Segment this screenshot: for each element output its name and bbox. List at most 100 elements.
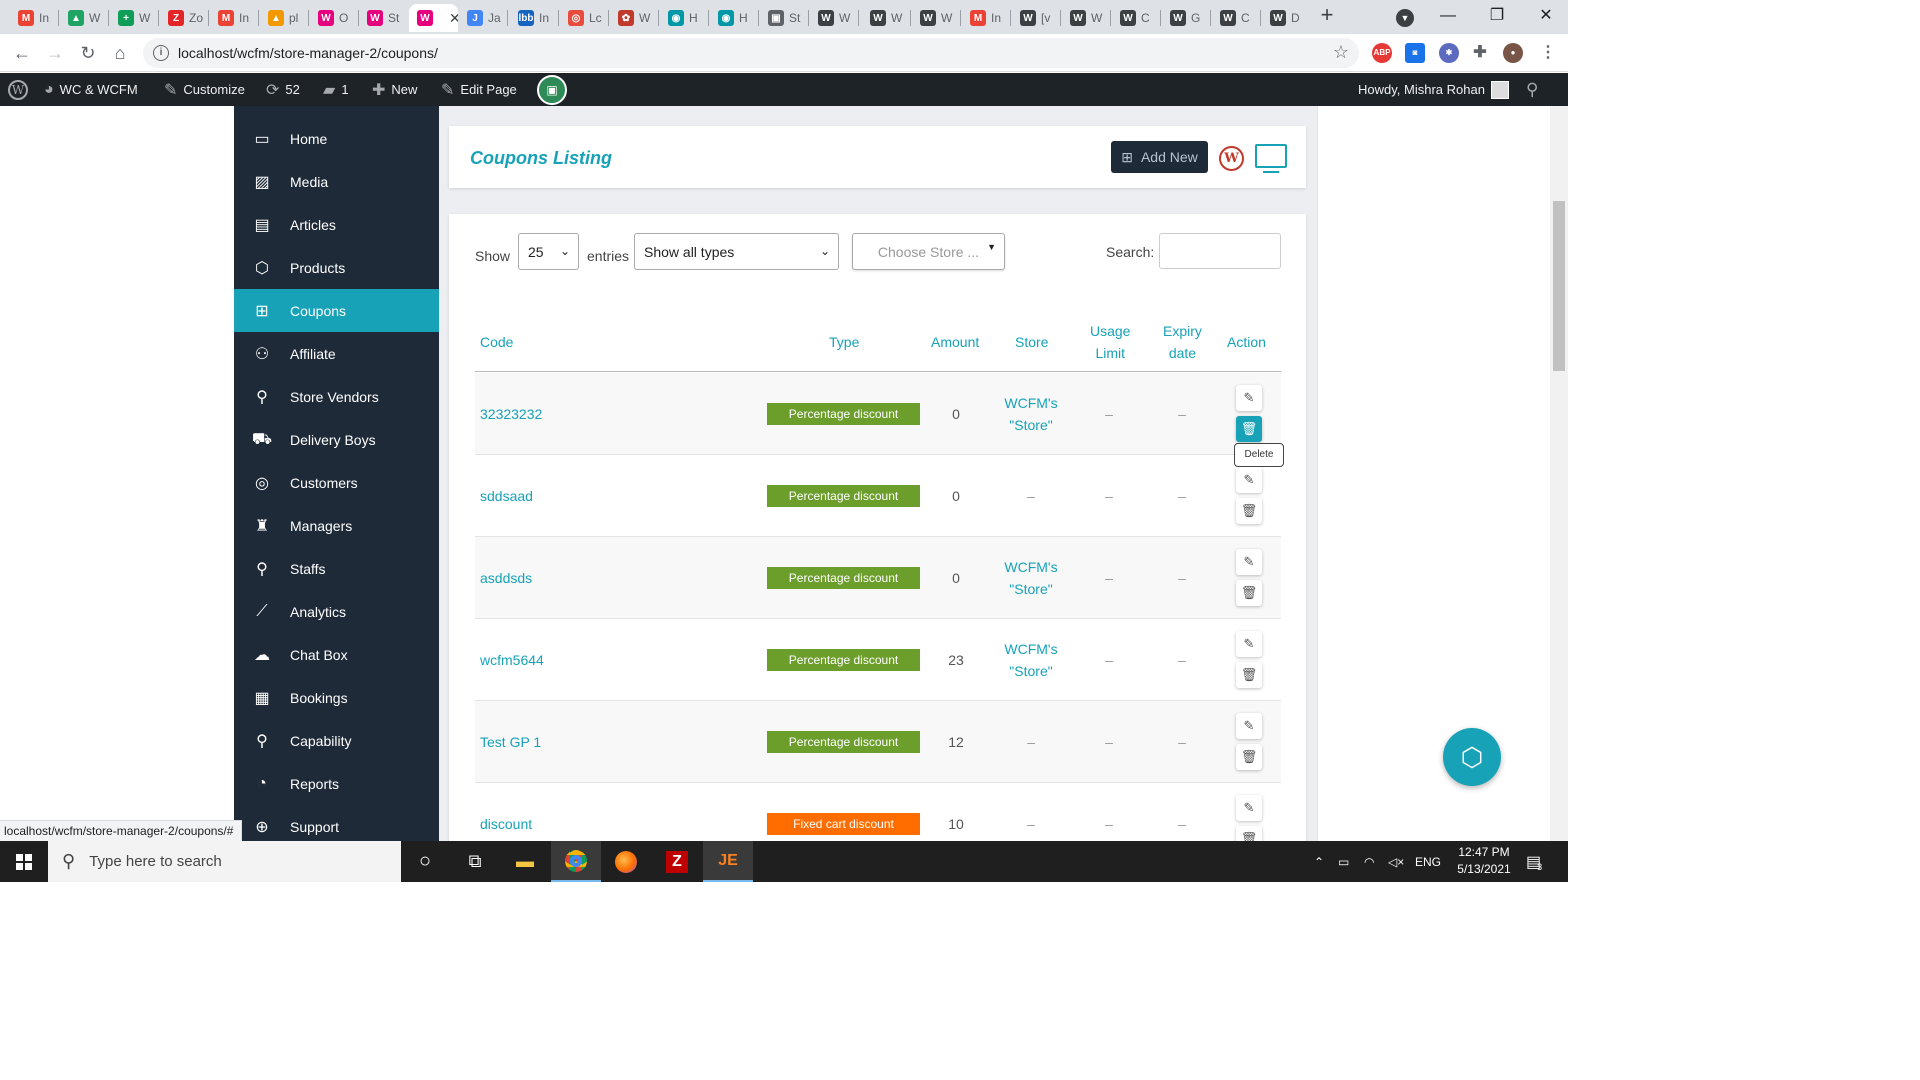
jetbrains-icon[interactable]: JE xyxy=(703,841,753,882)
sidebar-item-store-vendors[interactable]: ⚲ Store Vendors xyxy=(234,375,439,418)
sidebar-item-coupons[interactable]: ⊞ Coupons xyxy=(234,289,439,332)
search-icon[interactable]: ⚲ xyxy=(1526,73,1538,106)
browser-tab[interactable]: ◎ Lc xyxy=(560,4,608,32)
store-select[interactable]: Choose Store ... ▼ xyxy=(852,233,1005,270)
coupon-code-link[interactable]: wcfm5644 xyxy=(480,619,544,701)
column-amount[interactable]: Amount xyxy=(931,312,979,372)
browser-tab[interactable]: W St xyxy=(359,4,407,32)
updates-link[interactable]: ⟳ 52 xyxy=(266,73,300,106)
adblock-icon[interactable]: ABP xyxy=(1372,43,1392,63)
column-store[interactable]: Store xyxy=(1015,312,1048,372)
bookmark-star-icon[interactable]: ☆ xyxy=(1333,42,1349,63)
browser-tab[interactable]: ▣ St xyxy=(760,4,808,32)
browser-tab[interactable]: WW xyxy=(912,4,960,32)
forward-arrow-icon[interactable]: → xyxy=(43,41,67,65)
add-new-button[interactable]: ⊞ Add New xyxy=(1111,141,1208,173)
edit-page-link[interactable]: ✎ Edit Page xyxy=(441,73,517,106)
browser-tab[interactable]: WO xyxy=(310,4,358,32)
coupon-store[interactable]: WCFM's "Store" xyxy=(985,373,1077,455)
browser-tab[interactable]: WW xyxy=(810,4,858,32)
browser-tab[interactable]: WC xyxy=(1112,4,1160,32)
browser-tab[interactable]: M In xyxy=(962,4,1010,32)
coupon-code-link[interactable]: discount xyxy=(480,783,532,841)
browser-tab[interactable]: WC xyxy=(1212,4,1260,32)
file-explorer-icon[interactable]: ▬ xyxy=(500,841,550,882)
page-scrollbar[interactable] xyxy=(1550,106,1568,841)
scrollbar-thumb[interactable] xyxy=(1553,201,1565,371)
browser-tab[interactable]: Z Zo xyxy=(160,4,208,32)
browser-tab[interactable]: WW xyxy=(862,4,910,32)
tray-arrow-icon[interactable]: ⌃ xyxy=(1314,841,1324,882)
account-menu[interactable]: Howdy, Mishra Rohan xyxy=(1358,73,1509,106)
customize-link[interactable]: ✎ Customize xyxy=(164,73,245,106)
wordpress-admin-icon[interactable]: W xyxy=(1219,146,1244,171)
site-info-icon[interactable]: i xyxy=(153,45,169,61)
maximize-button[interactable]: ❐ xyxy=(1483,4,1511,28)
coupon-store[interactable]: WCFM's "Store" xyxy=(985,537,1077,619)
browser-tab[interactable]: ▲ pl xyxy=(260,4,308,32)
start-button[interactable] xyxy=(0,841,48,882)
new-content-link[interactable]: ✚ New xyxy=(372,73,417,106)
sidebar-item-capability[interactable]: ⚲ Capability xyxy=(234,719,439,762)
coupon-code-link[interactable]: 32323232 xyxy=(480,373,542,455)
cortana-icon[interactable]: ○ xyxy=(400,841,450,882)
column-type[interactable]: Type xyxy=(829,312,859,372)
coupon-store[interactable]: WCFM's "Store" xyxy=(985,619,1077,701)
browser-tab[interactable]: ◉ H xyxy=(710,4,758,32)
volume-icon[interactable]: ◁× xyxy=(1388,841,1404,882)
back-arrow-icon[interactable]: ← xyxy=(10,41,34,65)
sidebar-item-support[interactable]: ⊕ Support xyxy=(234,805,439,841)
browser-tab[interactable]: WG xyxy=(1162,4,1210,32)
column-usage-limit[interactable]: Usage Limit xyxy=(1090,312,1130,372)
task-view-icon[interactable]: ⧉ xyxy=(450,841,500,882)
reload-icon[interactable]: ↻ xyxy=(76,41,100,65)
wcfm-badge-link[interactable]: ▣ xyxy=(537,73,567,106)
close-tab-icon[interactable]: ✕ xyxy=(449,10,458,27)
extension-badge-icon[interactable]: ✱ xyxy=(1439,43,1459,63)
coupon-code-link[interactable]: Test GP 1 xyxy=(480,701,541,783)
coupon-type-select[interactable]: Show all types ⌄ xyxy=(634,233,839,270)
browser-tab[interactable]: WW xyxy=(1062,4,1110,32)
sidebar-item-managers[interactable]: ♜ Managers xyxy=(234,504,439,547)
sidebar-item-chat-box[interactable]: ☁ Chat Box xyxy=(234,633,439,676)
puzzle-extensions-icon[interactable]: ✚ xyxy=(1470,43,1490,63)
close-window-button[interactable]: ✕ xyxy=(1532,4,1560,28)
taskbar-search-box[interactable]: ⚲ Type here to search xyxy=(48,841,401,882)
browser-tab[interactable]: W ✕ xyxy=(409,4,458,32)
sidebar-item-delivery-boys[interactable]: ⛟ Delivery Boys xyxy=(234,418,439,461)
browser-tab[interactable]: J Ja xyxy=(459,4,507,32)
trash-icon[interactable]: 🗑︎ xyxy=(1236,416,1262,442)
edit-icon[interactable]: ✎ xyxy=(1236,385,1262,411)
wordpress-logo-icon[interactable]: W xyxy=(8,73,28,106)
browser-tab[interactable]: + W xyxy=(110,4,158,32)
tab-search-icon[interactable]: ▼ xyxy=(1396,9,1414,27)
entries-select[interactable]: 25 ⌄ xyxy=(518,233,579,270)
sidebar-item-staffs[interactable]: ⚲ Staffs xyxy=(234,547,439,590)
sidebar-item-analytics[interactable]: ⟋ Analytics xyxy=(234,590,439,633)
column-expiry-date[interactable]: Expiry date xyxy=(1163,312,1202,372)
sidebar-item-home[interactable]: ▭ Home xyxy=(234,117,439,160)
trash-icon[interactable]: 🗑︎ xyxy=(1236,744,1262,770)
language-indicator[interactable]: ENG xyxy=(1415,841,1441,882)
edit-icon[interactable]: ✎ xyxy=(1236,631,1262,657)
chrome-icon[interactable] xyxy=(551,841,601,882)
coupon-code-link[interactable]: sddsaad xyxy=(480,455,533,537)
clock[interactable]: 12:47 PM 5/13/2021 xyxy=(1448,844,1520,878)
sidebar-item-affiliate[interactable]: ⚇ Affiliate xyxy=(234,332,439,375)
sidebar-item-articles[interactable]: ▤ Articles xyxy=(234,203,439,246)
trash-icon[interactable]: 🗑︎ xyxy=(1236,498,1262,524)
sidebar-item-customers[interactable]: ◎ Customers xyxy=(234,461,439,504)
address-bar[interactable]: i localhost/wcfm/store-manager-2/coupons… xyxy=(143,38,1359,68)
more-menu-icon[interactable]: ⋮ xyxy=(1538,43,1558,63)
column-code[interactable]: Code xyxy=(480,312,513,372)
sidebar-item-media[interactable]: ▨ Media xyxy=(234,160,439,203)
browser-tab[interactable]: M In xyxy=(10,4,58,32)
home-icon[interactable]: ⌂ xyxy=(108,41,132,65)
wifi-icon[interactable]: ◠ xyxy=(1364,841,1374,882)
trash-icon[interactable]: 🗑︎ xyxy=(1236,826,1262,841)
battery-icon[interactable]: ▭ xyxy=(1338,841,1349,882)
search-input[interactable] xyxy=(1159,233,1281,269)
minimize-button[interactable]: — xyxy=(1434,4,1462,28)
browser-tab[interactable]: ✿ W xyxy=(610,4,658,32)
sidebar-item-products[interactable]: ⬡ Products xyxy=(234,246,439,289)
